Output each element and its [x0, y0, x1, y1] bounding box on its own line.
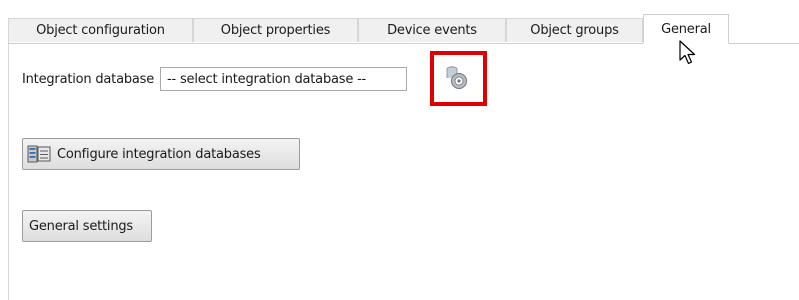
tab-device-events[interactable]: Device events	[358, 18, 506, 42]
mouse-cursor-icon	[679, 40, 696, 65]
configure-integration-databases-button[interactable]: Configure integration databases	[22, 138, 300, 170]
database-list-icon	[27, 145, 51, 163]
tab-object-configuration[interactable]: Object configuration	[8, 18, 193, 42]
integration-database-select[interactable]: -- select integration database --	[160, 67, 408, 91]
tab-object-properties[interactable]: Object properties	[193, 18, 358, 42]
database-connect-icon[interactable]	[444, 64, 470, 92]
integration-database-label: Integration database	[22, 71, 155, 87]
general-settings-label: General settings	[29, 218, 134, 234]
integration-database-value: -- select integration database --	[167, 71, 367, 87]
panel-border	[8, 42, 9, 300]
general-settings-button[interactable]: General settings	[22, 210, 152, 242]
tab-object-groups[interactable]: Object groups	[506, 18, 643, 42]
configure-integration-databases-label: Configure integration databases	[57, 146, 261, 162]
integration-database-row: Integration database -- select integrati…	[22, 66, 408, 92]
